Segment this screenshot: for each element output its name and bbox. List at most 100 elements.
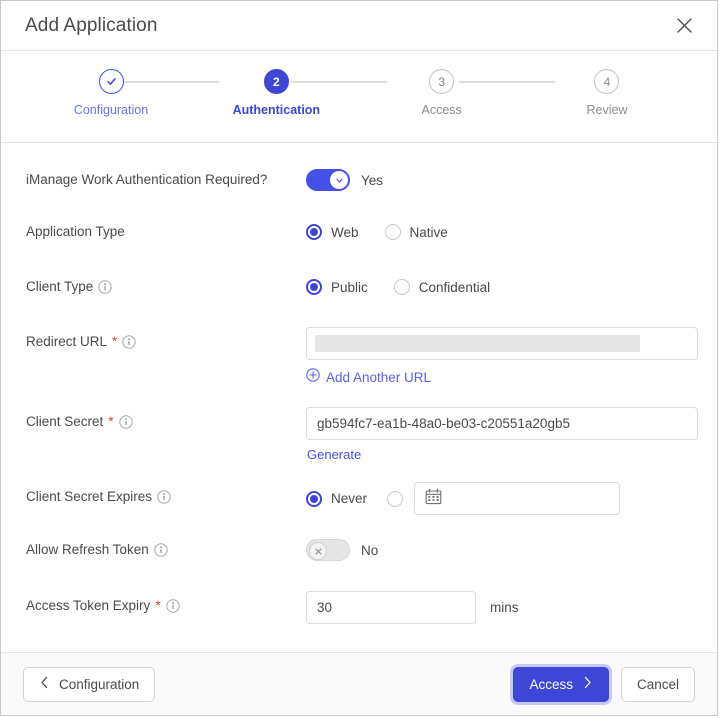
chevron-right-icon (582, 676, 593, 692)
client-type-label: Client Type (26, 279, 94, 294)
client-type-label-wrap: Client Type (26, 272, 306, 297)
next-access-label: Access (529, 676, 573, 692)
info-icon[interactable] (118, 415, 133, 429)
step-4-circle: 4 (594, 69, 620, 94)
radio-client-type-public[interactable]: Public (306, 279, 368, 295)
application-type-label-wrap: Application Type (26, 217, 306, 242)
chevron-down-icon (330, 171, 348, 189)
generate-secret-link[interactable]: Generate (307, 447, 717, 462)
access-token-expiry-control: mins (306, 591, 717, 624)
imanage-auth-label-wrap: iManage Work Authentication Required? (26, 165, 306, 190)
imanage-auth-control: Yes (306, 165, 717, 195)
info-icon[interactable] (165, 599, 180, 613)
access-token-expiry-required: * (155, 598, 161, 613)
step-2-label: Authentication (232, 103, 321, 117)
step-review[interactable]: 4 Review (549, 69, 665, 117)
access-token-expiry-label: Access Token Expiry (26, 598, 151, 613)
step-3-circle: 3 (429, 69, 455, 94)
calendar-icon (425, 488, 442, 510)
plus-circle-icon (306, 368, 320, 387)
dialog-titlebar: Add Application (1, 1, 717, 51)
authentication-form: iManage Work Authentication Required? Ye… (1, 143, 717, 652)
step-authentication[interactable]: 2 Authentication (218, 69, 334, 117)
redirect-url-control: Add Another URL (306, 327, 717, 387)
allow-refresh-token-toggle-text: No (361, 542, 379, 558)
info-icon[interactable] (98, 280, 112, 294)
client-secret-expires-label-wrap: Client Secret Expires (26, 482, 306, 507)
row-client-secret-expires: Client Secret Expires Never (1, 482, 717, 515)
radio-native-indicator (384, 224, 401, 240)
redirect-url-required: * (112, 334, 118, 349)
page-title: Add Application (25, 14, 158, 36)
radio-confidential-indicator (393, 279, 410, 295)
step-access[interactable]: 3 Access (384, 69, 500, 117)
wizard-stepper: Configuration 2 Authentication 3 Access … (1, 51, 717, 143)
radio-never-label: Never (331, 491, 368, 506)
info-icon[interactable] (154, 543, 168, 557)
step-4-label: Review (586, 103, 628, 117)
row-redirect-url: Redirect URL * Add Another URL (1, 327, 717, 387)
add-another-url-button[interactable]: Add Another URL (306, 368, 431, 387)
cancel-label: Cancel (636, 676, 679, 692)
allow-refresh-token-control: No (306, 535, 717, 565)
client-secret-input[interactable] (306, 407, 698, 440)
redirect-url-input[interactable] (306, 327, 698, 360)
radio-client-type-confidential[interactable]: Confidential (393, 279, 491, 295)
redirect-url-field-wrap (306, 327, 698, 360)
access-token-expiry-label-wrap: Access Token Expiry * (26, 591, 306, 616)
redirect-url-label: Redirect URL (26, 334, 108, 349)
imanage-auth-toggle[interactable] (306, 169, 350, 191)
allow-refresh-token-label-wrap: Allow Refresh Token (26, 535, 306, 560)
radio-native-label: Native (409, 224, 448, 240)
step-2-circle: 2 (263, 69, 289, 94)
info-icon[interactable] (157, 490, 171, 504)
redirect-url-label-wrap: Redirect URL * (26, 327, 306, 352)
radio-expires-date[interactable] (387, 490, 404, 507)
next-access-button[interactable]: Access (513, 666, 609, 702)
dialog-footer: Configuration Access Cancel (1, 652, 717, 715)
close-x-icon (309, 542, 327, 560)
client-secret-expires-label: Client Secret Expires (26, 489, 153, 504)
client-secret-expires-control: Never (306, 482, 717, 515)
row-client-secret: Client Secret * Generate (1, 407, 717, 462)
row-access-token-expiry: Access Token Expiry * mins (1, 591, 717, 624)
imanage-auth-toggle-text: Yes (361, 172, 384, 188)
allow-refresh-token-toggle[interactable] (306, 539, 350, 561)
close-icon[interactable] (669, 11, 699, 41)
access-token-expiry-input[interactable] (306, 591, 476, 624)
client-secret-required: * (108, 414, 114, 429)
radio-application-type-web[interactable]: Web (306, 224, 359, 240)
client-secret-control: Generate (306, 407, 717, 462)
imanage-auth-label: iManage Work Authentication Required? (26, 172, 268, 187)
radio-never-indicator (306, 490, 322, 507)
step-configuration[interactable]: Configuration (53, 69, 169, 117)
step-3-label: Access (421, 103, 462, 117)
radio-web-label: Web (331, 224, 359, 240)
radio-public-label: Public (331, 279, 368, 295)
back-configuration-label: Configuration (59, 676, 140, 692)
client-secret-label: Client Secret (26, 414, 104, 429)
radio-web-indicator (306, 224, 322, 240)
expiry-date-field[interactable] (414, 482, 621, 515)
info-icon[interactable] (122, 335, 136, 349)
row-allow-refresh-token: Allow Refresh Token No (1, 535, 717, 565)
back-configuration-button[interactable]: Configuration (23, 666, 156, 702)
cancel-button[interactable]: Cancel (620, 666, 695, 702)
row-imanage-auth: iManage Work Authentication Required? Ye… (1, 165, 717, 195)
radio-expires-never[interactable]: Never (306, 490, 368, 507)
application-type-control: Web Native (306, 217, 717, 247)
row-client-type: Client Type Public Confidential (1, 272, 717, 302)
add-application-dialog: Add Application Configuration 2 Authenti… (0, 0, 718, 716)
application-type-label: Application Type (26, 224, 125, 239)
radio-application-type-native[interactable]: Native (384, 224, 448, 240)
add-another-url-label: Add Another URL (326, 370, 432, 385)
step-1-circle (98, 69, 124, 94)
chevron-left-icon (39, 676, 50, 692)
step-1-label: Configuration (73, 103, 149, 117)
allow-refresh-token-label: Allow Refresh Token (26, 542, 149, 557)
client-type-control: Public Confidential (306, 272, 717, 302)
client-secret-label-wrap: Client Secret * (26, 407, 306, 432)
radio-public-indicator (306, 279, 322, 295)
row-application-type: Application Type Web Native (1, 217, 717, 247)
radio-confidential-label: Confidential (418, 279, 491, 295)
